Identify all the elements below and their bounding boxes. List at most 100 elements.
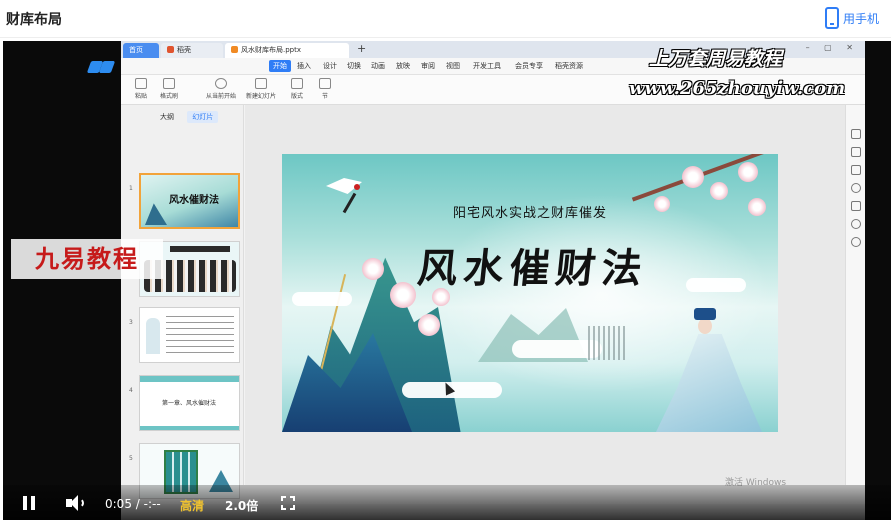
thumb-heading <box>170 246 230 252</box>
menu-slideshow[interactable]: 放映 <box>396 61 410 71</box>
cherry-blossom <box>710 182 728 200</box>
image-icon[interactable] <box>851 201 861 211</box>
fullscreen-icon[interactable] <box>281 496 295 510</box>
new-slide-button[interactable]: 新建幻灯片 <box>243 78 279 102</box>
thumb-number: 4 <box>129 387 133 394</box>
scholar-figure <box>646 304 766 432</box>
scholar-face <box>698 318 712 334</box>
tab-document-label: 风水财库布局.pptx <box>241 46 301 54</box>
slide-thumbnail-4[interactable]: 第一章、风水催财法 <box>139 375 240 431</box>
cloud <box>292 292 352 306</box>
thumb-number: 5 <box>129 455 133 462</box>
page-header: 财库布局 用手机 <box>0 0 891 38</box>
cherry-blossom <box>682 166 704 188</box>
layout-icon <box>291 78 303 89</box>
section-button[interactable]: 节 <box>307 78 343 102</box>
thumb-band-bottom <box>140 426 239 430</box>
page-root: 财库布局 用手机 首页 稻壳 风水财库布局.pptx + – ▢ ✕ 开始 插入… <box>0 0 891 520</box>
slide-thumbnail-1[interactable]: 风水催财法 <box>139 173 240 229</box>
play-icon <box>215 78 227 89</box>
cherry-blossom <box>362 258 384 280</box>
video-player[interactable]: 首页 稻壳 风水财库布局.pptx + – ▢ ✕ 开始 插入 设计 切换 动画… <box>3 41 891 520</box>
star-icon[interactable] <box>851 147 861 157</box>
volume-icon[interactable] <box>66 495 84 511</box>
new-slide-icon <box>255 78 267 89</box>
tab-home[interactable]: 首页 <box>123 43 159 58</box>
format-painter-button[interactable]: 格式刷 <box>151 78 187 102</box>
thumb-mountain <box>145 203 167 225</box>
cherry-blossom <box>418 314 440 336</box>
menu-member[interactable]: 会员专享 <box>515 61 543 71</box>
brush-icon <box>163 78 175 89</box>
help-icon[interactable] <box>851 237 861 247</box>
cherry-blossom <box>390 282 416 308</box>
menu-animation[interactable]: 动画 <box>371 61 385 71</box>
tab-docer-label: 稻壳 <box>177 46 191 54</box>
tab-slides[interactable]: 幻灯片 <box>187 111 219 123</box>
thumb-number: 3 <box>129 319 133 326</box>
speed-button[interactable]: 2.0倍 <box>225 497 258 514</box>
tab-document[interactable]: 风水财库布局.pptx <box>225 43 349 58</box>
menu-review[interactable]: 审阅 <box>421 61 435 71</box>
copy-icon[interactable] <box>851 165 861 175</box>
format-painter-label: 格式刷 <box>159 93 178 100</box>
thumb-band-top <box>140 376 239 382</box>
menu-view[interactable]: 视图 <box>446 61 460 71</box>
mobile-link[interactable]: 用手机 <box>843 10 889 27</box>
menu-design[interactable]: 设计 <box>323 61 337 71</box>
url-watermark: www.265zhouyiw.com <box>629 78 846 99</box>
page-title: 财库布局 <box>6 12 62 28</box>
top-watermark: 上万套周易教程 <box>649 48 783 70</box>
menu-insert[interactable]: 插入 <box>297 61 311 71</box>
crane-illustration <box>326 178 364 218</box>
cherry-blossom <box>654 196 670 212</box>
video-screen: 首页 稻壳 风水财库布局.pptx + – ▢ ✕ 开始 插入 设计 切换 动画… <box>121 41 865 520</box>
thumb-text-lines <box>166 316 234 356</box>
section-icon <box>319 78 331 89</box>
pptx-icon <box>231 46 238 53</box>
pause-icon[interactable] <box>23 496 35 510</box>
wps-logo-icon <box>86 59 116 73</box>
thumb-chapter-text: 第一章、风水催财法 <box>162 400 217 407</box>
docer-icon <box>167 46 174 53</box>
tab-docer[interactable]: 稻壳 <box>161 43 223 58</box>
crane-head <box>354 184 360 190</box>
layout-label: 版式 <box>290 93 303 100</box>
add-tab-icon[interactable]: + <box>357 42 366 55</box>
menu-transition[interactable]: 切换 <box>347 61 361 71</box>
cherry-blossom <box>748 198 766 216</box>
clock-icon[interactable] <box>851 183 861 193</box>
phone-icon[interactable] <box>825 7 839 29</box>
slide-title: 风水催财法 <box>415 245 651 292</box>
menu-developer[interactable]: 开发工具 <box>473 61 501 71</box>
window-controls[interactable]: – ▢ ✕ <box>806 43 859 52</box>
player-controls: 0:05 / -:-- 高清 2.0倍 <box>3 485 891 520</box>
tab-home-label: 首页 <box>129 46 143 54</box>
menu-docer-resources[interactable]: 稻壳资源 <box>555 61 583 71</box>
menu-start[interactable]: 开始 <box>269 60 291 72</box>
crane-neck <box>342 192 357 214</box>
slide-subtitle: 阳宅风水实战之财库催发 <box>453 206 608 221</box>
current-slide[interactable]: 阳宅风水实战之财库催发 风水催财法 <box>282 154 778 432</box>
slide-thumbnail-3[interactable] <box>139 307 240 363</box>
section-label: 节 <box>321 93 328 100</box>
new-slide-label: 新建幻灯片 <box>245 93 276 100</box>
scholar-robe <box>656 334 762 432</box>
paste-icon <box>135 78 147 89</box>
quality-button[interactable]: 高清 <box>180 497 204 514</box>
slide-edit-area[interactable]: 阳宅风水实战之财库催发 风水催财法 <box>245 105 845 485</box>
cloud <box>686 278 746 292</box>
thumb-figure <box>146 318 160 354</box>
right-tool-strip <box>845 105 865 485</box>
slide-thumbnail-panel: 大纲 幻灯片 1 风水催财法 2 3 4 <box>121 105 244 520</box>
panel-tabs: 大纲 幻灯片 <box>155 111 224 123</box>
play-from-current-button[interactable]: 从当前开始 <box>203 78 239 102</box>
playback-time: 0:05 / -:-- <box>105 497 161 511</box>
paste-label: 粘贴 <box>134 93 147 100</box>
play-from-current-label: 从当前开始 <box>205 93 236 100</box>
tab-outline[interactable]: 大纲 <box>155 111 179 123</box>
settings-icon[interactable] <box>851 129 861 139</box>
location-icon[interactable] <box>851 219 861 229</box>
poem-text-block <box>588 326 628 360</box>
left-watermark: 九易教程 <box>11 239 163 279</box>
